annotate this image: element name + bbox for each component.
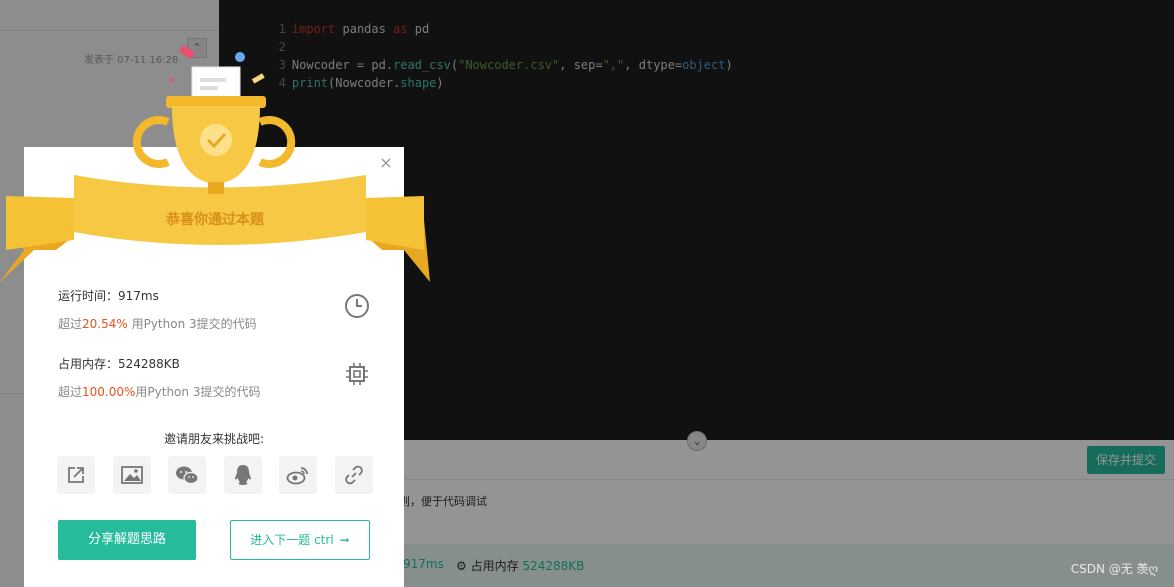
next-question-label: 进入下一题 ctrl: [250, 533, 334, 547]
runtime-prefix: 超过: [58, 317, 83, 331]
memory-label: 占用内存：524288KB: [58, 357, 180, 371]
qq-icon: [234, 465, 251, 485]
chip-icon: [346, 363, 368, 385]
runtime-compare: 超过20.54% 用Python 3提交的代码: [58, 315, 257, 332]
memory-compare: 超过100.00%用Python 3提交的代码: [58, 383, 260, 400]
ribbon-title: 恭喜你通过本题: [166, 212, 264, 228]
next-question-button[interactable]: 进入下一题 ctrl ➞: [230, 520, 370, 560]
invite-text: 邀请朋友来挑战吧:: [163, 432, 265, 446]
share-image-button[interactable]: [112, 456, 151, 494]
share-weibo-button[interactable]: [279, 456, 318, 494]
share-solution-button[interactable]: 分享解题思路: [58, 520, 196, 560]
close-icon[interactable]: ×: [378, 155, 394, 171]
runtime-label: 运行时间：917ms: [58, 289, 159, 303]
image-icon: [120, 466, 143, 484]
runtime-suffix: 用Python 3提交的代码: [127, 317, 257, 331]
arrow-right-icon: ➞: [339, 533, 350, 547]
share-external-button[interactable]: [57, 456, 95, 494]
runtime-stat: 运行时间：917ms 超过20.54% 用Python 3提交的代码: [58, 287, 257, 332]
weibo-icon: [286, 467, 309, 485]
memory-percent: 100.00%: [82, 385, 136, 399]
share-link-button[interactable]: [334, 456, 373, 494]
share-qq-button[interactable]: [223, 456, 262, 494]
share-external-icon: [68, 467, 84, 483]
share-row: [57, 456, 373, 494]
memory-prefix: 超过: [58, 385, 83, 399]
wechat-icon: [176, 466, 199, 485]
memory-stat: 占用内存：524288KB 超过100.00%用Python 3提交的代码: [58, 355, 260, 400]
runtime-percent: 20.54%: [82, 317, 128, 331]
clock-icon: [345, 294, 369, 318]
memory-suffix: 用Python 3提交的代码: [135, 385, 261, 399]
share-wechat-button[interactable]: [168, 456, 207, 494]
watermark: CSDN @无 羡ღ: [1070, 562, 1158, 576]
link-icon: [345, 465, 363, 485]
